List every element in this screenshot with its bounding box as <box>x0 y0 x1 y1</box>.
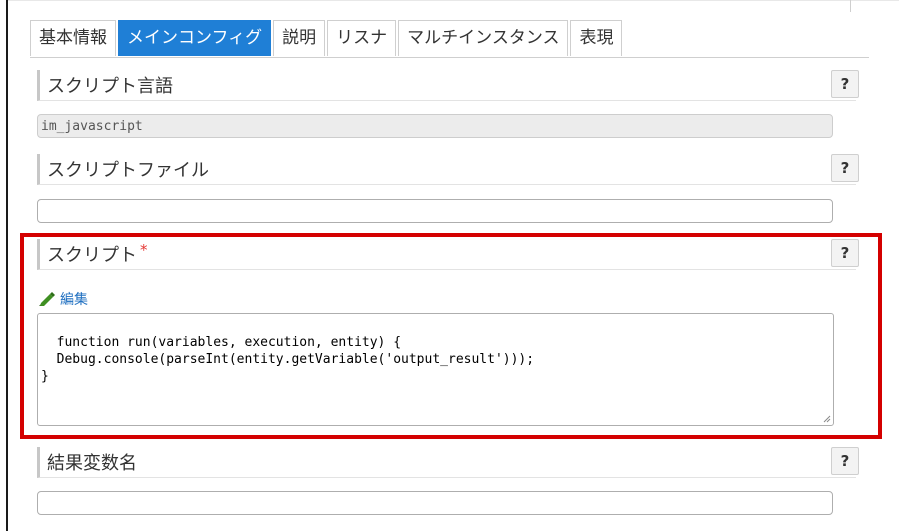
script-file-help-button[interactable]: ? <box>831 154 859 182</box>
panel-left-border <box>6 0 8 531</box>
script-language-label: スクリプト言語 <box>47 76 173 97</box>
script-language-header: スクリプト言語 ? <box>37 70 859 101</box>
tab-description[interactable]: 説明 <box>273 20 326 56</box>
result-variable-label: 結果変数名 <box>47 453 137 474</box>
tab-listener[interactable]: リスナ <box>327 20 397 56</box>
panel-divider <box>850 0 851 12</box>
script-language-help-button[interactable]: ? <box>831 70 859 98</box>
tab-basic-info[interactable]: 基本情報 <box>30 20 116 56</box>
panel-top-border <box>8 0 899 1</box>
script-file-label: スクリプトファイル <box>47 160 209 181</box>
tab-bar: 基本情報 メインコンフィグ 説明 リスナ マルチインスタンス 表現 <box>30 20 624 57</box>
result-variable-help-button[interactable]: ? <box>831 447 859 475</box>
result-variable-input[interactable] <box>37 491 833 515</box>
script-file-header: スクリプトファイル ? <box>37 154 859 185</box>
highlight-box <box>20 233 882 439</box>
tab-representation[interactable]: 表現 <box>570 20 623 56</box>
tab-divider <box>30 57 869 58</box>
tab-multi-instance[interactable]: マルチインスタンス <box>398 20 569 56</box>
script-language-field: im_javascript <box>37 114 833 138</box>
tab-main-config[interactable]: メインコンフィグ <box>118 20 272 56</box>
result-variable-header: 結果変数名 ? <box>37 447 859 478</box>
script-file-input[interactable] <box>37 199 833 223</box>
